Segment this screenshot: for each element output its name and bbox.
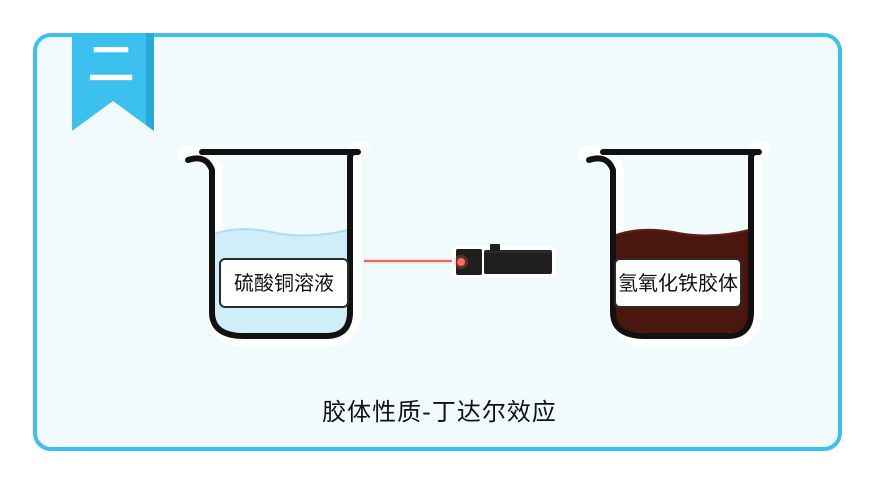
diagram-caption: 胶体性质-丁达尔效应 xyxy=(322,398,557,426)
beaker-icon xyxy=(177,141,369,347)
left-beaker-label: 硫酸铜溶液 xyxy=(219,258,349,308)
laser-pointer-icon xyxy=(364,244,556,278)
beaker-icon xyxy=(578,141,770,347)
right-beaker-label: 氢氧化铁胶体 xyxy=(614,258,742,308)
left-beaker xyxy=(176,140,370,350)
section-number: 二 xyxy=(88,37,134,91)
diagram-canvas: 二 硫酸铜溶液 氢氧化铁胶体 胶体性质-丁达尔效应 xyxy=(0,0,879,487)
right-beaker xyxy=(577,140,771,350)
